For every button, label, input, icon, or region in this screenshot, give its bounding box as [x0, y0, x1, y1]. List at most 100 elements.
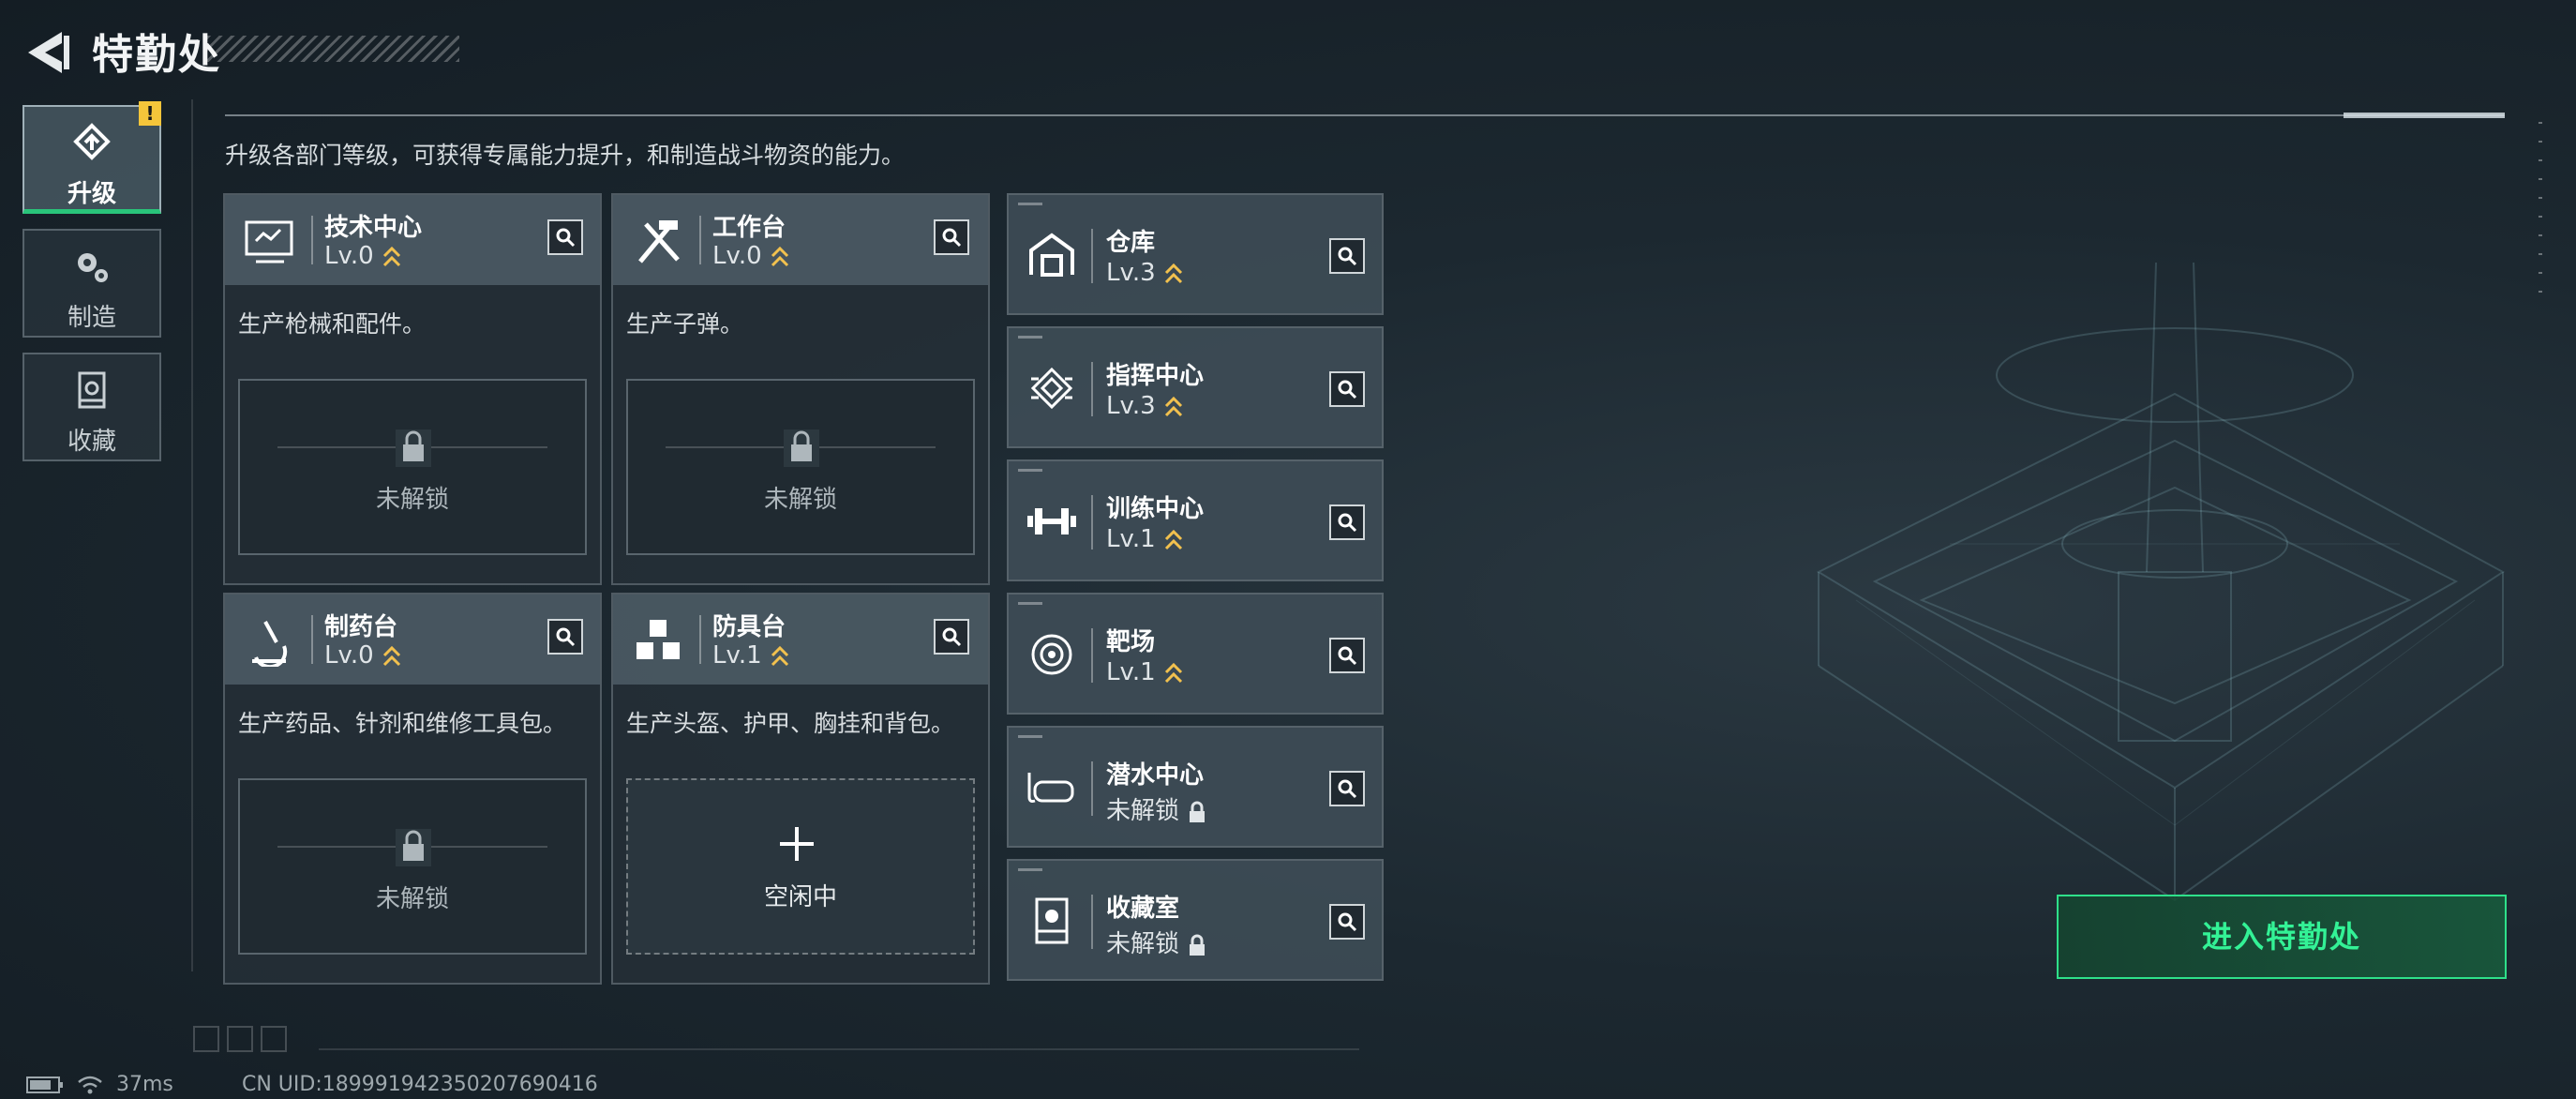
tab-craft-label: 制造: [67, 304, 116, 332]
level-text: Lv.0: [324, 242, 374, 270]
facility-name: 靶场: [1106, 628, 1156, 656]
facility-level: Lv.1: [1106, 525, 1184, 553]
enter-special-ops-button[interactable]: 进入特勤处: [2057, 895, 2507, 979]
card-corner-mark: [1018, 735, 1042, 738]
header-separator: [1091, 495, 1093, 550]
workshop-description: 生产药品、针剂和维修工具包。: [238, 710, 567, 737]
title-decoration: [206, 36, 459, 62]
slot-status: 空闲中: [763, 883, 837, 911]
header-separator: [699, 615, 701, 664]
inspect-button[interactable]: [1329, 904, 1365, 940]
page-title: 特勤处: [92, 31, 221, 79]
level-up-chevron-icon: [382, 246, 400, 266]
inspect-button[interactable]: [1329, 371, 1365, 407]
production-slot-locked: 未解锁: [626, 379, 975, 555]
production-slot-locked: 未解锁: [238, 379, 587, 555]
inspect-button[interactable]: [934, 619, 969, 655]
facility-card-collection-room[interactable]: 收藏室 未解锁: [1007, 859, 1384, 981]
level-text: 未解锁: [1106, 797, 1180, 825]
level-up-chevron-icon: [771, 246, 788, 266]
inspect-button[interactable]: [1329, 638, 1365, 673]
magnifier-icon: [942, 228, 962, 248]
level-text: Lv.3: [1106, 392, 1156, 420]
tab-upgrade-label: 升级: [67, 180, 116, 208]
user-uid: CN UID:18999194235020769041​6: [242, 1073, 598, 1096]
collection-icon: [24, 369, 159, 413]
level-text: Lv.0: [324, 641, 374, 670]
section-rule: [225, 114, 2505, 116]
slot-frame: [626, 778, 975, 955]
card-header: 技术中心 Lv.0: [225, 195, 600, 285]
ping-text: 37ms: [116, 1073, 173, 1096]
magnifier-icon: [1338, 247, 1357, 266]
facility-card-diving-center[interactable]: 潜水中心 未解锁: [1007, 726, 1384, 848]
workshop-description: 生产枪械和配件。: [238, 310, 427, 338]
facility-level: Lv.1: [1106, 658, 1184, 686]
workshop-card-pharmacy[interactable]: 制药台 Lv.0 生产药品、针剂和维修工具包。 未解锁: [223, 593, 602, 985]
monitor-icon: [234, 208, 307, 276]
level-text: Lv.1: [1106, 525, 1156, 553]
facility-level: 未解锁: [1106, 791, 1207, 826]
slot-status: 未解锁: [375, 885, 449, 913]
facility-level: 未解锁: [1106, 925, 1207, 959]
diving-mask-icon: [1014, 754, 1089, 821]
battery-icon: [26, 1076, 63, 1093]
facility-card-training-center[interactable]: 训练中心 Lv.1: [1007, 459, 1384, 581]
magnifier-icon: [556, 228, 576, 248]
header-separator: [1091, 895, 1093, 949]
inspect-button[interactable]: [547, 219, 583, 255]
facility-card-warehouse[interactable]: 仓库 Lv.3: [1007, 193, 1384, 315]
tab-collection[interactable]: 收藏: [22, 353, 161, 461]
slot-status: 未解锁: [375, 486, 449, 514]
microscope-icon: [234, 608, 307, 675]
workshop-description: 生产子弹。: [626, 310, 744, 338]
facility-card-shooting-range[interactable]: 靶场 Lv.1: [1007, 593, 1384, 715]
facility-name: 仓库: [1106, 229, 1156, 257]
inspect-button[interactable]: [1329, 504, 1365, 540]
magnifier-icon: [1338, 513, 1357, 533]
card-header: 制药台 Lv.0: [225, 595, 600, 685]
card-corner-mark: [1018, 868, 1042, 871]
facility-name: 训练中心: [1106, 495, 1205, 523]
workshop-level: Lv.0: [324, 641, 402, 670]
dumbbell-icon: [1014, 488, 1089, 555]
workshop-card-workbench[interactable]: 工作台 Lv.0 生产子弹。 未解锁: [611, 193, 990, 585]
header-separator: [1091, 761, 1093, 816]
card-corner-mark: [1018, 469, 1042, 472]
bottom-rule: [319, 1048, 1359, 1050]
header-separator: [311, 216, 313, 264]
inspect-button[interactable]: [547, 619, 583, 655]
facility-card-command-center[interactable]: 指挥中心 Lv.3: [1007, 326, 1384, 448]
production-slot-idle[interactable]: 空闲中: [626, 778, 975, 955]
magnifier-icon: [1338, 646, 1357, 666]
target-icon: [1014, 621, 1089, 688]
bottom-decoration: [193, 1026, 287, 1052]
upgrade-icon: [24, 122, 159, 165]
level-up-chevron-icon: [1164, 396, 1182, 416]
lock-icon: [784, 429, 819, 467]
page-description: 升级各部门等级，可获得专属能力提升，和制造战斗物资的能力。: [225, 142, 906, 169]
gears-icon: [24, 246, 159, 289]
level-text: Lv.0: [712, 242, 762, 270]
tab-craft[interactable]: 制造: [22, 229, 161, 338]
back-button[interactable]: [21, 26, 73, 79]
workshop-card-armor-bench[interactable]: 防具台 Lv.1 生产头盔、护甲、胸挂和背包。 空闲中: [611, 593, 990, 985]
level-text: Lv.3: [1106, 259, 1156, 287]
hammer-wrench-icon: [622, 208, 696, 276]
level-up-chevron-icon: [1164, 662, 1182, 683]
workshop-card-tech-center[interactable]: 技术中心 Lv.0 生产枪械和配件。 未解锁: [223, 193, 602, 585]
chip-icon: [1014, 354, 1089, 422]
inspect-button[interactable]: [934, 219, 969, 255]
nav-divider: [191, 99, 193, 971]
level-up-chevron-icon: [382, 645, 400, 666]
inspect-button[interactable]: [1329, 771, 1365, 806]
level-up-chevron-icon: [1164, 263, 1182, 283]
workshop-level: Lv.1: [712, 641, 790, 670]
header-separator: [1091, 362, 1093, 416]
inspect-button[interactable]: [1329, 238, 1365, 274]
card-header: 防具台 Lv.1: [613, 595, 988, 685]
level-text: Lv.1: [1106, 658, 1156, 686]
magnifier-icon: [942, 627, 962, 647]
facility-level: Lv.3: [1106, 392, 1184, 420]
section-rule-accent: [2344, 113, 2505, 118]
